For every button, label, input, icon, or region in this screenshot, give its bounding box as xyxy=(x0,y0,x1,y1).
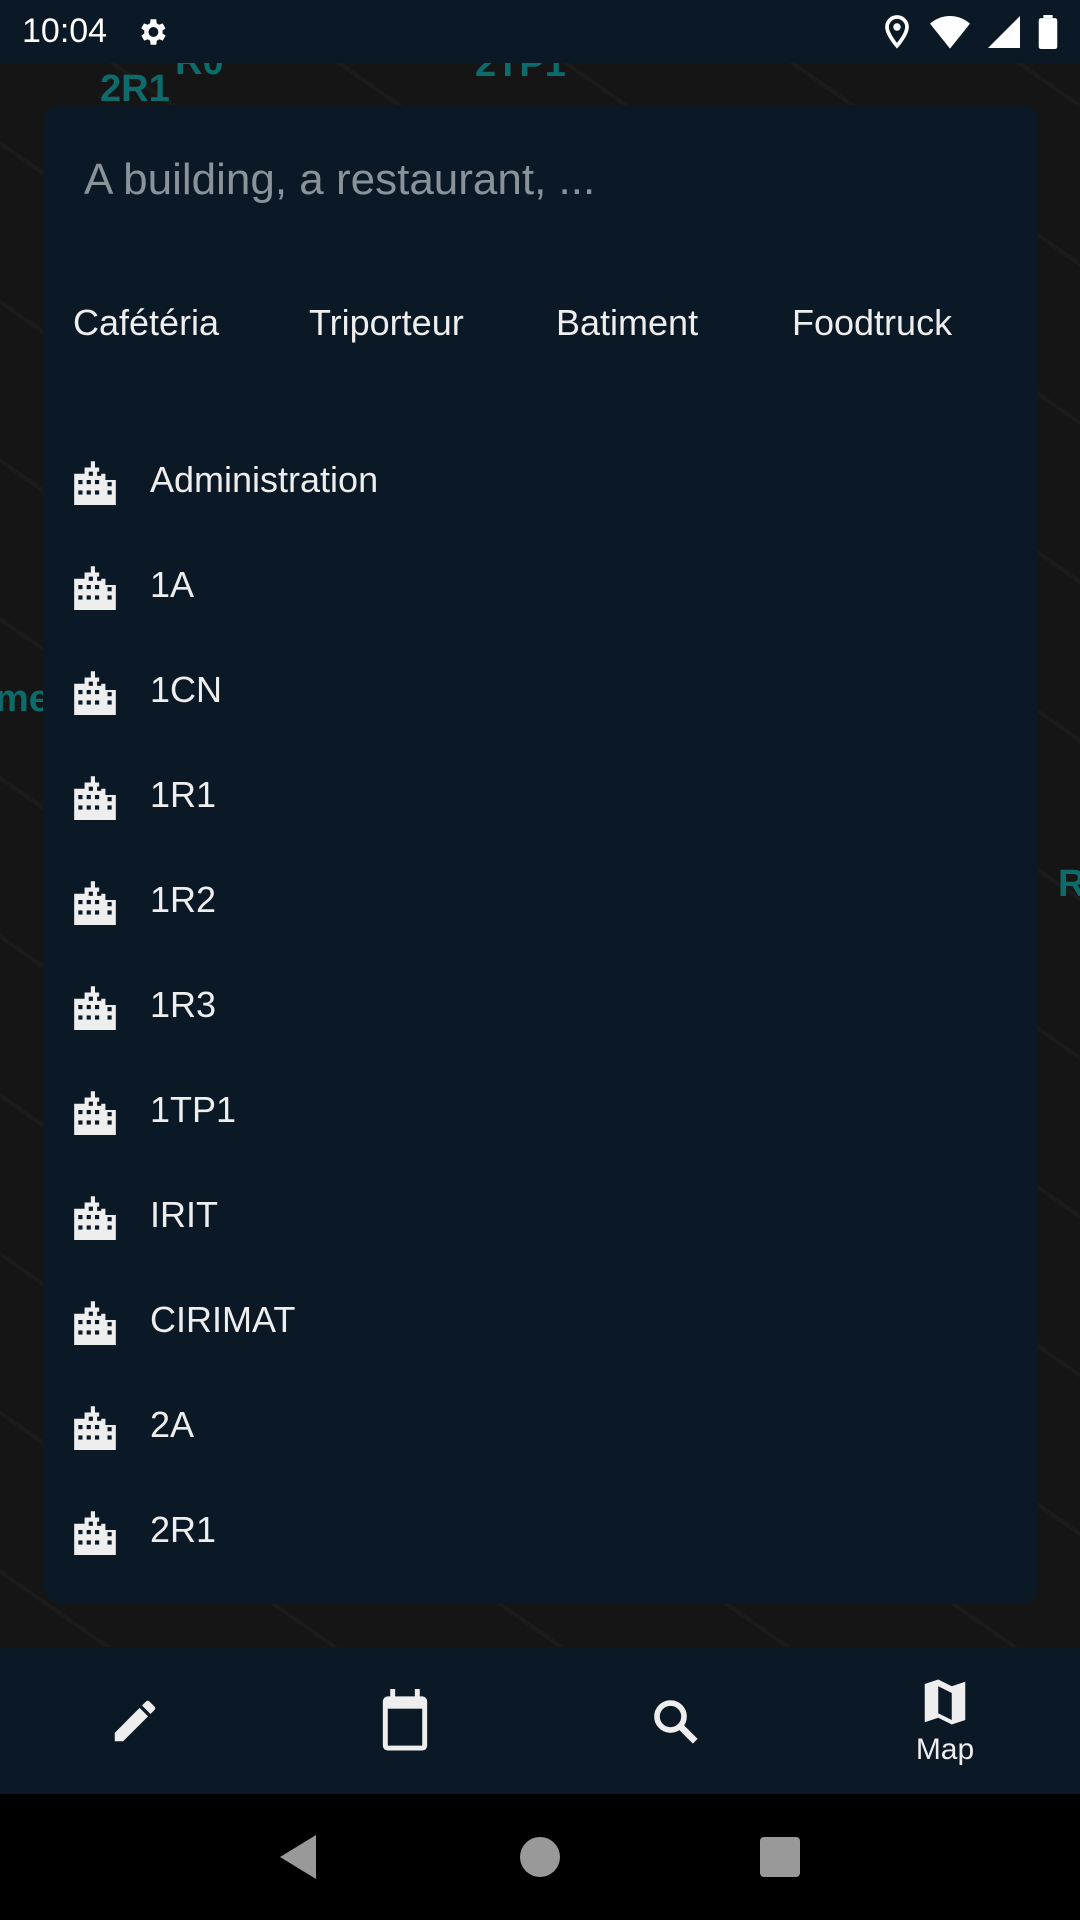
list-item-label: Administration xyxy=(150,458,379,500)
list-item-label: 1CN xyxy=(150,668,223,710)
building-icon xyxy=(74,460,116,505)
calendar-icon xyxy=(382,1688,428,1751)
bottom-navigation: Map xyxy=(0,1647,1080,1794)
category-foodtruck[interactable]: Foodtruck xyxy=(792,292,952,354)
list-item[interactable]: Administration xyxy=(43,427,1038,532)
tab-map[interactable]: Map xyxy=(810,1647,1080,1794)
list-item[interactable]: IRIT xyxy=(43,1162,1038,1267)
list-item[interactable]: 1A xyxy=(43,532,1038,637)
building-icon xyxy=(74,1300,116,1345)
building-icon xyxy=(74,1090,116,1135)
signal-icon xyxy=(988,15,1020,48)
pencil-icon xyxy=(114,1700,156,1741)
recents-icon[interactable] xyxy=(760,1837,800,1877)
back-icon[interactable] xyxy=(280,1835,320,1879)
category-batiment[interactable]: Batiment xyxy=(556,292,792,354)
list-item[interactable]: 1R2 xyxy=(43,847,1038,952)
settings-gear-icon xyxy=(141,18,166,45)
list-item-label: 1A xyxy=(150,563,195,605)
location-icon xyxy=(885,14,909,49)
search-input[interactable] xyxy=(84,155,984,205)
list-item[interactable]: CIRIMAT xyxy=(43,1267,1038,1372)
list-item-label: 1R3 xyxy=(150,983,217,1025)
tab-search[interactable] xyxy=(540,1647,810,1794)
list-item-label: 1R1 xyxy=(150,773,217,815)
category-cafeteria[interactable]: Cafétéria xyxy=(73,292,309,354)
list-item[interactable]: 1TP1 xyxy=(43,1057,1038,1162)
map-icon xyxy=(924,1679,966,1724)
wifi-icon xyxy=(930,15,970,49)
list-item[interactable]: 2R1 xyxy=(43,1477,1038,1582)
list-item-label: IRIT xyxy=(150,1193,218,1235)
status-time: 10:04 xyxy=(22,12,108,50)
building-icon xyxy=(74,880,116,925)
list-item[interactable]: 1R1 xyxy=(43,742,1038,847)
building-icon xyxy=(74,985,116,1030)
building-icon xyxy=(74,1510,116,1555)
map-label: R0 xyxy=(175,63,224,84)
category-triporteur[interactable]: Triporteur xyxy=(309,292,556,354)
status-bar: 10:04 xyxy=(0,0,1080,63)
list-item[interactable]: 2TP1 xyxy=(43,1582,1038,1604)
tab-edit[interactable] xyxy=(0,1647,270,1794)
building-icon xyxy=(74,775,116,820)
search-icon xyxy=(654,1699,698,1744)
map-label: 2TP1 xyxy=(475,63,566,85)
list-item-label: 1TP1 xyxy=(150,1088,237,1130)
list-item-label: CIRIMAT xyxy=(150,1298,296,1340)
tab-calendar[interactable] xyxy=(270,1647,540,1794)
building-icon xyxy=(74,565,116,610)
building-icon xyxy=(74,670,116,715)
building-icon xyxy=(74,1405,116,1450)
map-label: R xyxy=(1058,863,1080,905)
list-item[interactable]: 1R3 xyxy=(43,952,1038,1057)
list-item-label: 1R2 xyxy=(150,878,217,920)
results-list[interactable]: Administration 1A 1CN 1R1 1R2 1R3 1TP1 IRIT CIRI… xyxy=(43,427,1038,1604)
battery-icon xyxy=(1038,14,1058,49)
category-filters: Cafétéria Triporteur Batiment Foodtruck xyxy=(73,292,952,354)
building-icon xyxy=(74,1195,116,1240)
list-item-label: 2A xyxy=(150,1403,195,1445)
list-item[interactable]: 1CN xyxy=(43,637,1038,742)
system-navigation-bar xyxy=(0,1794,1080,1920)
search-panel: Cafétéria Triporteur Batiment Foodtruck … xyxy=(43,105,1038,1604)
home-icon[interactable] xyxy=(520,1837,560,1877)
list-item[interactable]: 2A xyxy=(43,1372,1038,1477)
tab-map-label: Map xyxy=(915,1732,975,1766)
list-item-label: 2R1 xyxy=(150,1508,217,1550)
